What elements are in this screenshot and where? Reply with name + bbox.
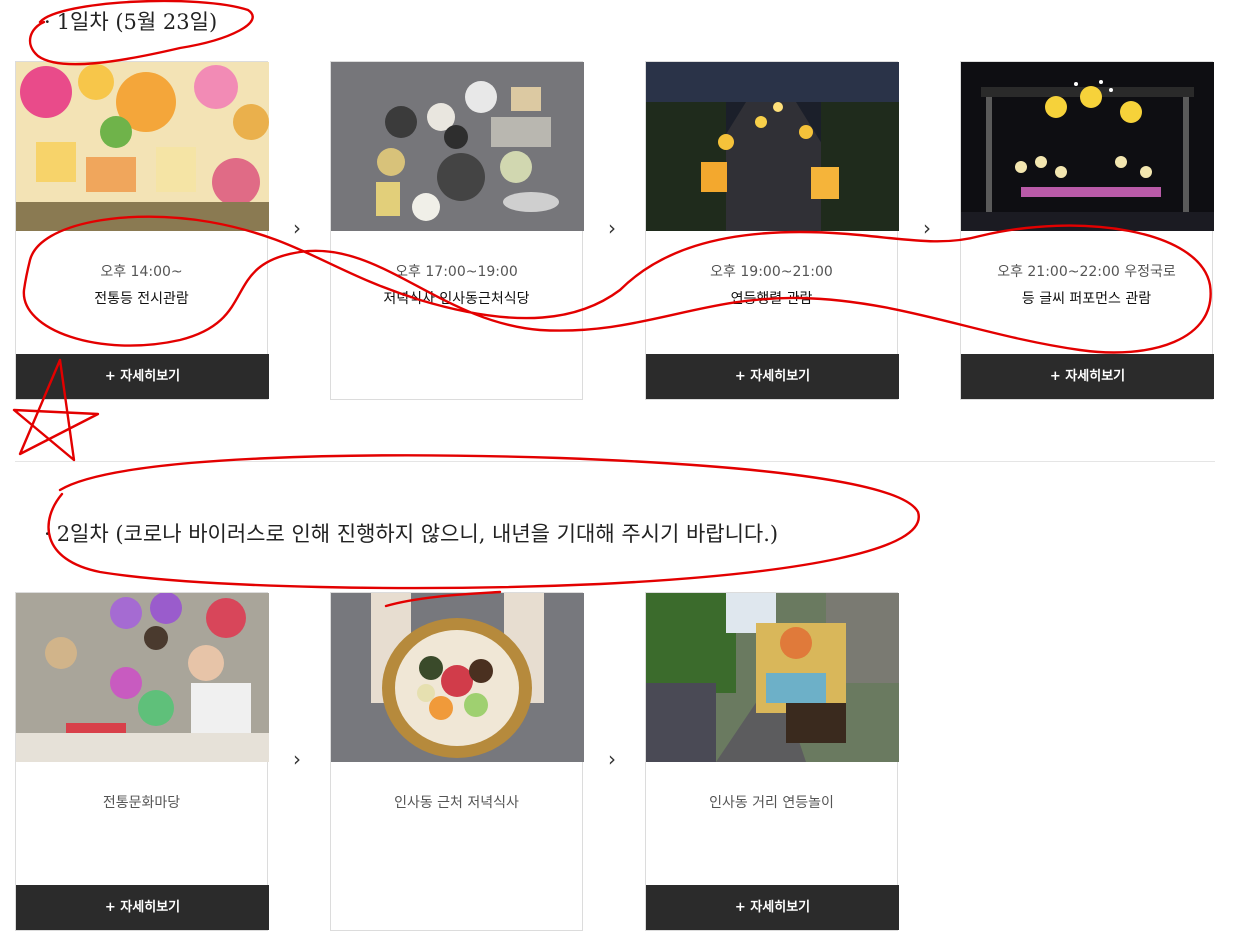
card-title: 전통문화마당 (102, 795, 181, 811)
street-lantern-photo (646, 593, 899, 762)
bibimbap-photo (331, 593, 584, 762)
card-title: 저녁식사 인사동근처식당 (383, 291, 530, 307)
schedule-card-traditional-culture: 전통문화마당 + 자세히보기 (15, 592, 269, 931)
detail-button[interactable]: + 자세히보기 (646, 885, 899, 930)
traditional-culture-photo (16, 593, 269, 762)
card-title: 등 글씨 퍼포먼스 관람 (1021, 291, 1152, 307)
section-divider (15, 461, 1215, 462)
card-title: 전통등 전시관람 (94, 291, 189, 307)
detail-button[interactable]: + 자세히보기 (16, 354, 269, 399)
card-time: 오후 17:00~19:00 (395, 264, 518, 280)
chevron-right-icon: › (293, 216, 301, 240)
day1-title: · 1일차 (5월 23일) (44, 10, 218, 34)
chevron-right-icon: › (608, 747, 616, 771)
schedule-card-dinner: 오후 17:00~19:00 저녁식사 인사동근처식당 (330, 61, 584, 400)
dinner-table-photo (331, 62, 584, 231)
detail-button[interactable]: + 자세히보기 (646, 354, 899, 399)
schedule-card-street-lantern-play: 인사동 거리 연등놀이 + 자세히보기 (645, 592, 899, 931)
card-title: 연등행렬 관람 (730, 291, 813, 307)
schedule-card-calligraphy-performance: 오후 21:00~22:00 우정국로 등 글씨 퍼포먼스 관람 + 자세히보기 (960, 61, 1214, 400)
detail-button[interactable]: + 자세히보기 (16, 885, 269, 930)
schedule-card-lantern-parade: 오후 19:00~21:00 연등행렬 관람 + 자세히보기 (645, 61, 899, 400)
card-title: 인사동 근처 저녁식사 (394, 795, 519, 811)
chevron-right-icon: › (923, 216, 931, 240)
stage-performance-photo (961, 62, 1214, 231)
chevron-right-icon: › (293, 747, 301, 771)
day2-title: · 2일차 (코로나 바이러스로 인해 진행하지 않으니, 내년을 기대해 주시기… (44, 522, 779, 546)
card-time: 오후 21:00~22:00 우정국로 (997, 264, 1176, 280)
schedule-card-lantern-exhibition: 오후 14:00~ 전통등 전시관람 + 자세히보기 (15, 61, 269, 400)
lantern-parade-photo (646, 62, 899, 231)
card-time: 오후 14:00~ (100, 264, 183, 280)
card-title: 인사동 거리 연등놀이 (709, 795, 834, 811)
card-time: 오후 19:00~21:00 (710, 264, 833, 280)
chevron-right-icon: › (608, 216, 616, 240)
lantern-exhibition-photo (16, 62, 269, 231)
schedule-card-dinner-insadong: 인사동 근처 저녁식사 (330, 592, 584, 931)
detail-button[interactable]: + 자세히보기 (961, 354, 1214, 399)
